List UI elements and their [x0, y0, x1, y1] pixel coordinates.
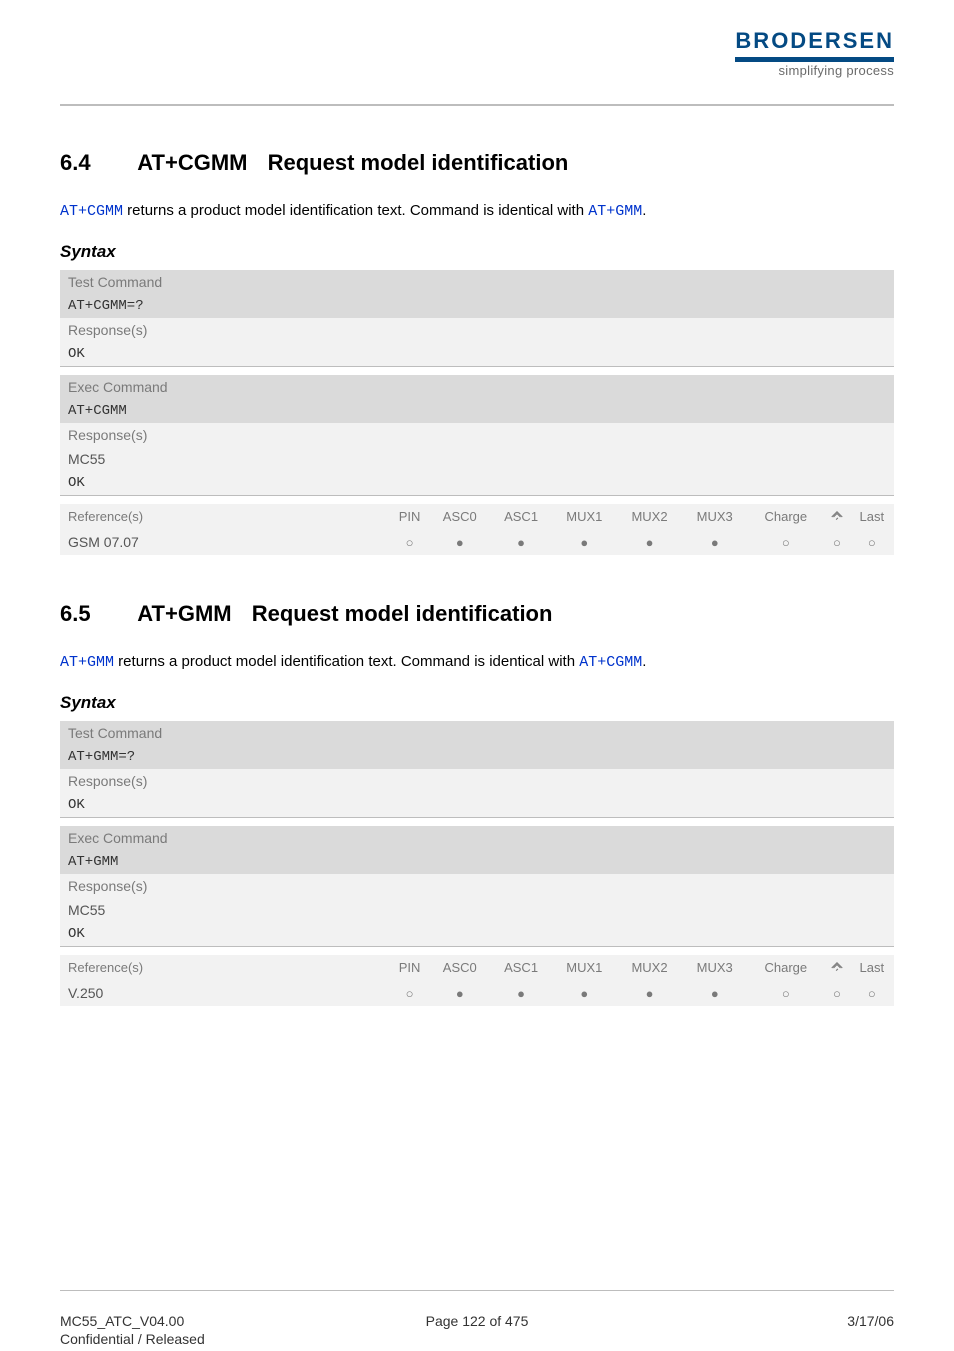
section-command: AT+GMM [137, 601, 231, 626]
section-heading-6-4: 6.4 AT+CGMM Request model identification [60, 150, 894, 176]
section-intro-6-5: AT+GMM returns a product model identific… [60, 651, 894, 675]
ref-cell: ● [429, 980, 490, 1006]
ref-col-pin: PIN [390, 955, 429, 981]
reference-name: V.250 [60, 980, 390, 1006]
ref-col-mux2: MUX2 [617, 955, 682, 981]
footer-confidentiality: Confidential / Released [60, 1331, 205, 1347]
ref-col-mux2: MUX2 [617, 504, 682, 530]
ref-cell: ○ [390, 980, 429, 1006]
command-link[interactable]: AT+CGMM [579, 654, 642, 671]
syntax-table: Test Command AT+GMM=? Response(s) OK Exe… [60, 721, 894, 955]
command-link[interactable]: AT+GMM [60, 654, 114, 671]
responses-label: Response(s) [60, 874, 894, 898]
section-number: 6.5 [60, 601, 132, 627]
syntax-block-6-4: Test Command AT+CGMM=? Response(s) OK Ex… [60, 270, 894, 556]
section-title: Request model identification [268, 150, 569, 175]
ref-cell: ● [490, 529, 551, 555]
ref-cell: ○ [824, 529, 849, 555]
ref-cell: ○ [850, 529, 894, 555]
section-number: 6.4 [60, 150, 132, 176]
reference-table-6-5: Reference(s) PIN ASC0 ASC1 MUX1 MUX2 MUX… [60, 955, 894, 1007]
ref-col-mux1: MUX1 [552, 504, 617, 530]
section-intro-6-4: AT+CGMM returns a product model identifi… [60, 200, 894, 224]
exec-command-value: AT+GMM [60, 850, 894, 874]
response-ok: OK [60, 793, 894, 818]
ref-cell: ● [552, 529, 617, 555]
ref-cell: ● [617, 980, 682, 1006]
test-command-value: AT+GMM=? [60, 745, 894, 769]
ref-col-airplane-icon [824, 955, 849, 981]
footer-page-number: Page 122 of 475 [60, 1313, 894, 1329]
brand-logo: BRODERSEN simplifying process [735, 28, 894, 78]
ref-col-charge: Charge [747, 955, 824, 981]
page-footer: MC55_ATC_V04.00 Page 122 of 475 3/17/06 [60, 1313, 894, 1329]
ref-cell: ○ [824, 980, 849, 1006]
ref-cell: ● [617, 529, 682, 555]
intro-end: . [642, 653, 646, 670]
footer-divider [60, 1290, 894, 1291]
ref-col-asc0: ASC0 [429, 955, 490, 981]
ref-cell: ● [682, 529, 747, 555]
section-command: AT+CGMM [137, 150, 247, 175]
test-command-label: Test Command [60, 721, 894, 745]
ref-col-asc1: ASC1 [490, 504, 551, 530]
reference-table-6-4: Reference(s) PIN ASC0 ASC1 MUX1 MUX2 MUX… [60, 504, 894, 556]
ref-col-last: Last [850, 504, 894, 530]
response-model: MC55 [60, 898, 894, 922]
intro-end: . [642, 202, 646, 219]
response-ok: OK [60, 922, 894, 947]
command-link[interactable]: AT+GMM [588, 203, 642, 220]
exec-command-value: AT+CGMM [60, 399, 894, 423]
section-heading-6-5: 6.5 AT+GMM Request model identification [60, 601, 894, 627]
ref-cell: ● [429, 529, 490, 555]
ref-cell: ○ [850, 980, 894, 1006]
syntax-table: Test Command AT+CGMM=? Response(s) OK Ex… [60, 270, 894, 504]
ref-cell: ● [552, 980, 617, 1006]
brand-tagline: simplifying process [735, 63, 894, 78]
ref-cell: ● [682, 980, 747, 1006]
ref-col-asc1: ASC1 [490, 955, 551, 981]
syntax-heading: Syntax [60, 242, 894, 262]
section-title: Request model identification [252, 601, 553, 626]
command-link[interactable]: AT+CGMM [60, 203, 123, 220]
syntax-block-6-5: Test Command AT+GMM=? Response(s) OK Exe… [60, 721, 894, 1007]
ref-cell: ○ [390, 529, 429, 555]
ref-cell: ○ [747, 529, 824, 555]
intro-text: returns a product model identification t… [123, 202, 588, 219]
responses-label: Response(s) [60, 423, 894, 447]
ref-col-airplane-icon [824, 504, 849, 530]
ref-cell: ● [490, 980, 551, 1006]
exec-command-label: Exec Command [60, 826, 894, 850]
ref-col-charge: Charge [747, 504, 824, 530]
ref-col-last: Last [850, 955, 894, 981]
responses-label: Response(s) [60, 769, 894, 793]
ref-col-mux3: MUX3 [682, 955, 747, 981]
reference-name: GSM 07.07 [60, 529, 390, 555]
reference-label: Reference(s) [60, 955, 390, 981]
header-divider [60, 104, 894, 106]
ref-col-pin: PIN [390, 504, 429, 530]
ref-col-mux3: MUX3 [682, 504, 747, 530]
intro-text: returns a product model identification t… [114, 653, 579, 670]
response-model: MC55 [60, 447, 894, 471]
ref-col-mux1: MUX1 [552, 955, 617, 981]
syntax-heading: Syntax [60, 693, 894, 713]
ref-cell: ○ [747, 980, 824, 1006]
exec-command-label: Exec Command [60, 375, 894, 399]
reference-label: Reference(s) [60, 504, 390, 530]
brand-name: BRODERSEN [735, 28, 894, 54]
test-command-value: AT+CGMM=? [60, 294, 894, 318]
test-command-label: Test Command [60, 270, 894, 294]
responses-label: Response(s) [60, 318, 894, 342]
response-ok: OK [60, 342, 894, 367]
brand-underline [735, 57, 894, 62]
ref-col-asc0: ASC0 [429, 504, 490, 530]
response-ok: OK [60, 471, 894, 496]
